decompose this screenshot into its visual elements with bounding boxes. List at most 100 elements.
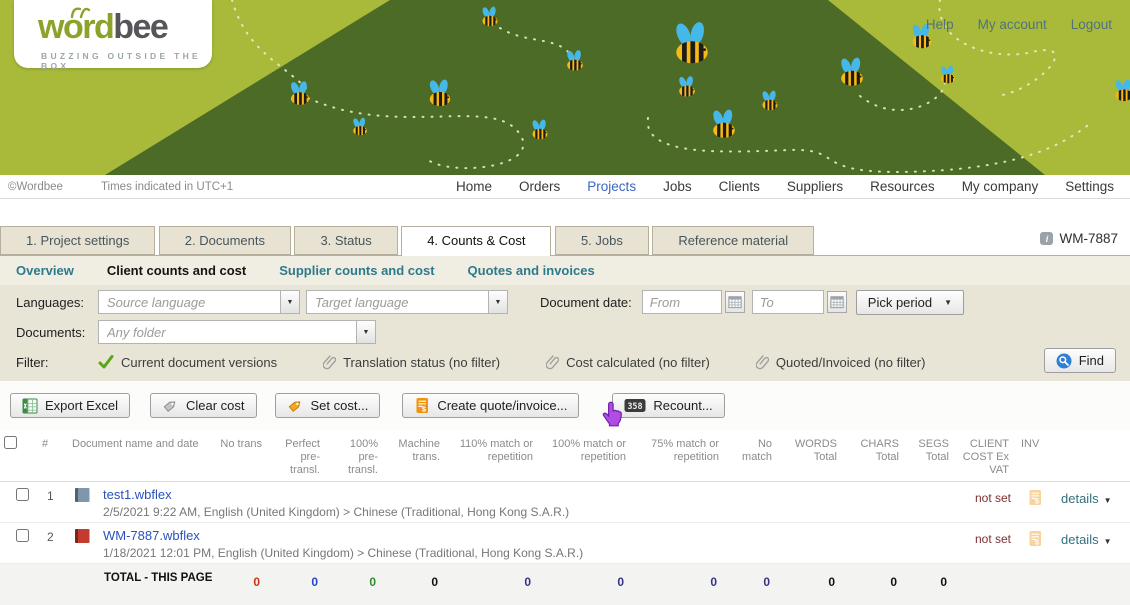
find-label: Find [1079, 353, 1104, 368]
document-link[interactable]: WM-7887.wbflex [103, 528, 200, 543]
tab-status[interactable]: 3. Status [294, 226, 397, 255]
chip-label: Cost calculated (no filter) [566, 355, 710, 370]
col-header-machine-trans: Machine trans. [386, 430, 448, 482]
tab-project-settings[interactable]: 1. Project settings [0, 226, 155, 255]
filter-panel: Languages: ▼ ▼ Document date: Pick perio… [0, 285, 1130, 381]
subtab-client-counts[interactable]: Client counts and cost [107, 263, 246, 278]
invoice-icon: $ [1027, 530, 1043, 547]
help-link[interactable]: Help [926, 17, 954, 32]
tab-reference-material[interactable]: Reference material [652, 226, 814, 255]
create-quote-invoice-button[interactable]: $ Create quote/invoice... [402, 393, 579, 418]
source-language-input[interactable] [98, 290, 280, 314]
subtab-supplier-counts[interactable]: Supplier counts and cost [279, 263, 434, 278]
clear-cost-button[interactable]: Clear cost [150, 393, 257, 418]
export-excel-button[interactable]: Export Excel [10, 393, 130, 418]
select-all-checkbox[interactable] [4, 436, 17, 449]
subtab-quotes-invoices[interactable]: Quotes and invoices [468, 263, 595, 278]
nav-item-clients[interactable]: Clients [719, 179, 760, 194]
total-machine-trans: 0 [386, 564, 448, 605]
col-header-110-match: 110% match or repetition [448, 430, 541, 482]
filter-chip-translation-status[interactable]: Translation status (no filter) [323, 355, 500, 370]
filter-chip-quoted-invoiced[interactable]: Quoted/Invoiced (no filter) [756, 355, 926, 370]
client-cost-value: not set [957, 482, 1017, 523]
calendar-to-icon[interactable] [827, 291, 847, 313]
row-checkbox[interactable] [16, 488, 29, 501]
col-header-perfect-pretransl: Perfect pre-transl. [270, 430, 328, 482]
date-to-input[interactable] [752, 290, 824, 314]
nav-item-orders[interactable]: Orders [519, 179, 560, 194]
nav-item-my-company[interactable]: My company [962, 179, 1039, 194]
project-code: i WM-7887 [1040, 231, 1118, 246]
logout-link[interactable]: Logout [1071, 17, 1112, 32]
total-75-match: 0 [634, 564, 727, 605]
main-navbar: ©Wordbee Times indicated in UTC+1 Home O… [0, 175, 1130, 199]
logo-text: wordbee [38, 8, 167, 47]
target-language-dropdown-icon[interactable]: ▼ [488, 290, 508, 314]
row-number: 1 [38, 482, 68, 523]
nav-item-settings[interactable]: Settings [1065, 179, 1114, 194]
chevron-down-icon[interactable]: ▼ [1104, 496, 1112, 505]
filter-chip-cost-calculated[interactable]: Cost calculated (no filter) [546, 355, 710, 370]
tab-documents[interactable]: 2. Documents [159, 226, 291, 255]
info-icon[interactable]: i [1040, 232, 1053, 245]
paperclip-icon [546, 355, 559, 370]
project-code-text: WM-7887 [1059, 231, 1118, 246]
pick-period-button[interactable]: Pick period ▼ [856, 290, 964, 315]
target-language-input[interactable] [306, 290, 488, 314]
table-row: 2 WM-7887.wbflex 1/18/2021 12:01 PM, Eng… [0, 523, 1130, 564]
source-language-dropdown-icon[interactable]: ▼ [280, 290, 300, 314]
col-header-num: # [38, 430, 68, 482]
find-button[interactable]: Find [1044, 348, 1116, 373]
recount-button[interactable]: 358 Recount... [612, 393, 724, 418]
total-100-pretransl: 0 [328, 564, 386, 605]
navbar-meta: ©Wordbee Times indicated in UTC+1 [0, 181, 233, 193]
total-110-match: 0 [448, 564, 541, 605]
nav-item-jobs[interactable]: Jobs [663, 179, 692, 194]
clear-cost-label: Clear cost [186, 398, 245, 413]
documents-table: # Document name and date No trans Perfec… [0, 430, 1130, 605]
excel-icon [22, 398, 38, 414]
subtab-overview[interactable]: Overview [16, 263, 74, 278]
tab-counts-and-cost[interactable]: 4. Counts & Cost [401, 226, 551, 256]
filter-row: Filter: Current document versions Transl… [0, 349, 1130, 375]
chip-label: Quoted/Invoiced (no filter) [776, 355, 926, 370]
filter-chip-document-versions[interactable]: Current document versions [98, 355, 277, 370]
details-link[interactable]: details [1061, 491, 1099, 506]
timezone-note: Times indicated in UTC+1 [101, 181, 233, 193]
details-link[interactable]: details [1061, 532, 1099, 547]
nav-item-projects[interactable]: Projects [587, 179, 636, 194]
row-number: 2 [38, 523, 68, 564]
document-icon [75, 488, 90, 502]
recount-label: Recount... [653, 398, 712, 413]
col-header-100-pretransl: 100% pre-transl. [328, 430, 386, 482]
languages-row: Languages: ▼ ▼ Document date: Pick perio… [0, 289, 1130, 315]
languages-label: Languages: [16, 295, 98, 310]
nav-item-suppliers[interactable]: Suppliers [787, 179, 843, 194]
my-account-link[interactable]: My account [978, 17, 1047, 32]
total-perfect-pretransl: 0 [270, 564, 328, 605]
check-icon [98, 355, 114, 369]
tab-jobs[interactable]: 5. Jobs [555, 226, 649, 255]
calendar-from-icon[interactable] [725, 291, 745, 313]
nav-item-resources[interactable]: Resources [870, 179, 935, 194]
svg-text:358: 358 [628, 402, 643, 412]
col-header-segs-total: SEGS Total [907, 430, 957, 482]
nav-menu: Home Orders Projects Jobs Clients Suppli… [456, 179, 1130, 194]
folder-input[interactable] [98, 320, 356, 344]
invoice-icon: $ [414, 397, 430, 414]
set-cost-button[interactable]: Set cost... [275, 393, 381, 418]
nav-item-home[interactable]: Home [456, 179, 492, 194]
document-link[interactable]: test1.wbflex [103, 487, 172, 502]
col-header-100-match: 100% match or repetition [541, 430, 634, 482]
folder-dropdown-icon[interactable]: ▼ [356, 320, 376, 344]
chevron-down-icon[interactable]: ▼ [1104, 537, 1112, 546]
date-from-input[interactable] [642, 290, 722, 314]
col-header-no-trans: No trans [215, 430, 270, 482]
copyright-text: ©Wordbee [8, 181, 63, 193]
row-checkbox[interactable] [16, 529, 29, 542]
account-links: Help My account Logout [926, 17, 1112, 32]
project-tabs: 1. Project settings 2. Documents 3. Stat… [0, 226, 1130, 256]
total-row: TOTAL - THIS PAGE 0 0 0 0 0 0 0 0 0 0 0 [0, 564, 1130, 605]
chip-label: Current document versions [121, 355, 277, 370]
table-row: 1 test1.wbflex 2/5/2021 9:22 AM, English… [0, 482, 1130, 523]
